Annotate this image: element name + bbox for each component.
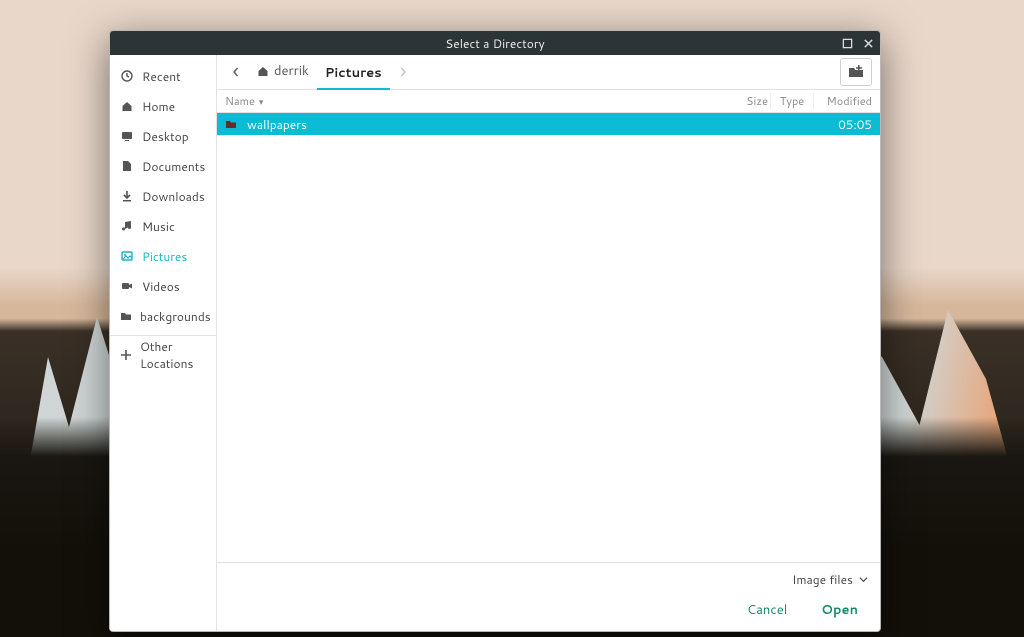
chevron-down-icon: [859, 575, 868, 584]
file-chooser-dialog: Select a Directory Recent Home Desktop Docu…: [109, 30, 881, 632]
folder-icon: [120, 310, 132, 322]
desktop-icon: [120, 130, 134, 142]
sidebar-item-videos[interactable]: Videos: [110, 271, 216, 301]
sidebar-item-label: Other Locations: [140, 338, 206, 372]
sidebar-item-desktop[interactable]: Desktop: [110, 121, 216, 151]
column-size[interactable]: Size: [728, 93, 768, 109]
sidebar-item-pictures[interactable]: Pictures: [110, 241, 216, 271]
file-list[interactable]: wallpapers 05:05: [217, 113, 880, 562]
column-modified[interactable]: Modified: [816, 93, 872, 109]
sidebar-item-label: Desktop: [142, 128, 189, 145]
close-icon[interactable]: [863, 38, 874, 49]
file-icon: [120, 160, 134, 172]
sidebar-item-label: Home: [142, 98, 175, 115]
new-folder-button[interactable]: [840, 58, 872, 86]
sidebar-item-home[interactable]: Home: [110, 91, 216, 121]
window-title: Select a Directory: [445, 35, 544, 52]
plus-icon: [120, 349, 132, 361]
breadcrumb-label: derrik: [274, 62, 309, 80]
sidebar-item-label: Videos: [142, 278, 180, 295]
sidebar-item-backgrounds[interactable]: backgrounds: [110, 301, 216, 331]
sidebar-item-label: Documents: [142, 158, 205, 175]
file-modified: 05:05: [816, 116, 872, 133]
open-button[interactable]: Open: [821, 601, 858, 619]
cancel-button[interactable]: Cancel: [747, 601, 787, 619]
sidebar-separator: [110, 335, 216, 336]
main-pane: derrikPictures Name▾ Size Type Modified …: [217, 55, 880, 631]
path-bar: derrik Pictures: [217, 55, 880, 90]
breadcrumb-pictures[interactable]: Pictures: [317, 57, 390, 90]
folder-icon: [225, 118, 239, 130]
clock-icon: [120, 70, 134, 82]
column-headers[interactable]: Name▾ Size Type Modified: [217, 90, 880, 113]
titlebar[interactable]: Select a Directory: [110, 31, 880, 55]
column-type[interactable]: Type: [770, 93, 814, 109]
sidebar-item-music[interactable]: Music: [110, 211, 216, 241]
dialog-footer: Image files Cancel Open: [217, 562, 880, 631]
download-icon: [120, 190, 134, 202]
column-name[interactable]: Name▾: [225, 93, 728, 109]
forward-button[interactable]: [392, 61, 414, 83]
file-row[interactable]: wallpapers 05:05: [217, 113, 880, 135]
video-icon: [120, 280, 134, 292]
sidebar-item-documents[interactable]: Documents: [110, 151, 216, 181]
music-icon: [120, 220, 134, 232]
home-icon: [120, 100, 134, 112]
sidebar-item-recent[interactable]: Recent: [110, 61, 216, 91]
sidebar-item-label: Downloads: [142, 188, 205, 205]
maximize-icon[interactable]: [842, 38, 853, 49]
sidebar-item-label: Recent: [142, 68, 181, 85]
sidebar-item-label: Music: [142, 218, 175, 235]
places-sidebar: Recent Home Desktop Documents Downloads Music…: [110, 55, 217, 631]
sidebar-item-label: backgrounds: [140, 308, 211, 325]
sidebar-item-other-locations[interactable]: Other Locations: [110, 340, 216, 370]
file-filter-dropdown[interactable]: Image files: [792, 571, 868, 588]
home-icon: [257, 65, 269, 77]
file-name: wallpapers: [247, 116, 730, 133]
sidebar-item-downloads[interactable]: Downloads: [110, 181, 216, 211]
sort-indicator-icon: ▾: [255, 95, 264, 108]
back-button[interactable]: [225, 61, 247, 83]
breadcrumb-label: Pictures: [325, 64, 382, 82]
sidebar-item-label: Pictures: [142, 248, 187, 265]
image-icon: [120, 250, 134, 262]
breadcrumb-derrik[interactable]: derrik: [249, 54, 317, 87]
